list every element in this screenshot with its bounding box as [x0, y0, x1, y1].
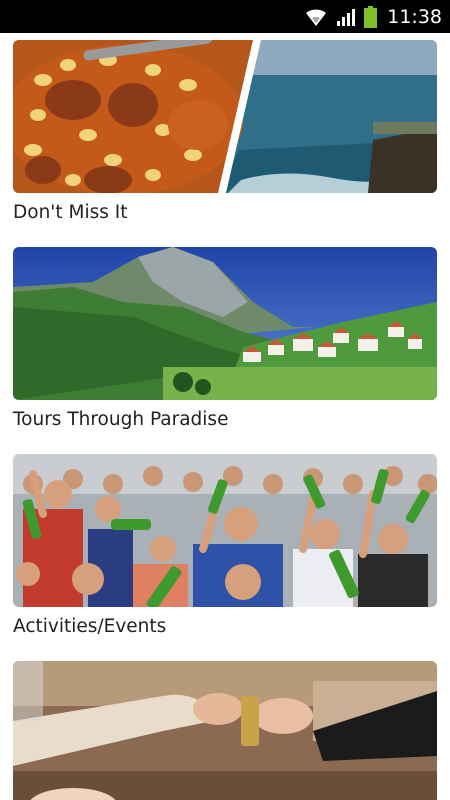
wifi-icon: [306, 8, 327, 26]
battery-icon: [364, 5, 378, 28]
crowd-with-bottles-image[interactable]: [13, 454, 437, 607]
list-item[interactable]: Tours Through Paradise: [13, 247, 437, 430]
content-list[interactable]: Don't Miss It Tours Through Paradise Act…: [0, 33, 450, 800]
signal-icon: [337, 8, 356, 26]
hands-exchange-image[interactable]: [13, 661, 437, 800]
food-and-coast-image[interactable]: [13, 40, 437, 193]
clock: 11:38: [387, 5, 442, 28]
card-label: Tours Through Paradise: [13, 409, 229, 430]
list-item[interactable]: [13, 661, 437, 800]
list-item[interactable]: Activities/Events: [13, 454, 437, 637]
card-label: Don't Miss It: [13, 202, 128, 223]
list-item[interactable]: Don't Miss It: [13, 40, 437, 223]
status-icons: 11:38: [304, 0, 442, 33]
card-label: Activities/Events: [13, 616, 167, 637]
mountain-village-image[interactable]: [13, 247, 437, 400]
status-bar: 11:38: [0, 0, 450, 33]
